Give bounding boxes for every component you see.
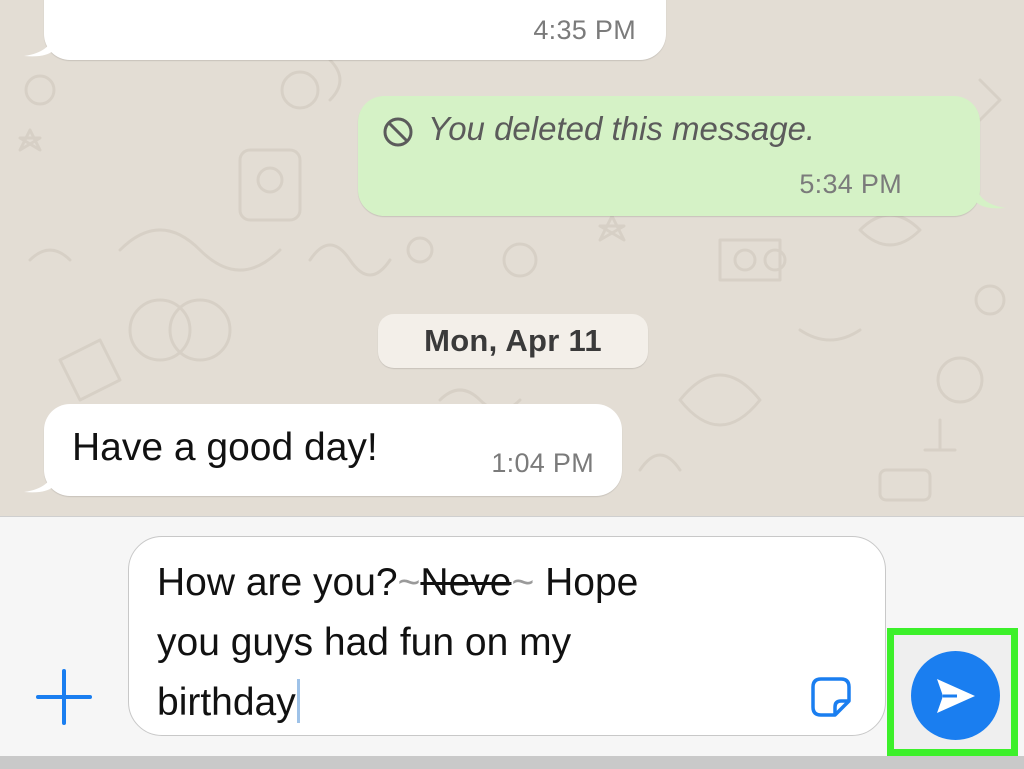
message-bubble-outgoing[interactable]: You deleted this message. 5:34 PM bbox=[358, 96, 980, 216]
strike-marker-close: ~ bbox=[511, 561, 535, 604]
plus-icon[interactable] bbox=[34, 667, 94, 727]
message-bubble-incoming[interactable]: 4:35 PM bbox=[44, 0, 666, 60]
message-bubble-incoming[interactable]: Have a good day! 1:04 PM bbox=[44, 404, 622, 496]
send-icon bbox=[937, 679, 975, 713]
message-input-text[interactable]: How are you?~Neve~ Hope you guys had fun… bbox=[157, 553, 797, 733]
strike-marker-open: ~ bbox=[397, 561, 421, 604]
deleted-message-text: You deleted this message. bbox=[428, 110, 816, 147]
date-separator: Mon, Apr 11 bbox=[378, 314, 648, 368]
strikethrough-text: Neve bbox=[420, 561, 512, 604]
bubble-tail bbox=[24, 32, 54, 57]
bubble-tail bbox=[24, 468, 54, 493]
input-text-start: How are you? bbox=[157, 561, 398, 604]
message-time: 5:34 PM bbox=[799, 169, 902, 199]
chat-screen: 4:35 PM You deleted this message. 5:34 P… bbox=[0, 0, 1024, 769]
chat-area[interactable]: 4:35 PM You deleted this message. 5:34 P… bbox=[0, 0, 1024, 516]
sticker-icon[interactable] bbox=[805, 671, 857, 723]
message-time: 1:04 PM bbox=[491, 448, 594, 478]
bubble-tail bbox=[976, 184, 1006, 209]
bottom-strip bbox=[0, 756, 1024, 769]
text-cursor bbox=[296, 679, 300, 723]
message-input[interactable]: How are you?~Neve~ Hope you guys had fun… bbox=[128, 536, 886, 736]
blocked-icon bbox=[383, 117, 413, 147]
message-time: 4:35 PM bbox=[533, 15, 636, 45]
send-button[interactable] bbox=[911, 651, 1000, 740]
message-text: Have a good day! bbox=[72, 426, 378, 469]
